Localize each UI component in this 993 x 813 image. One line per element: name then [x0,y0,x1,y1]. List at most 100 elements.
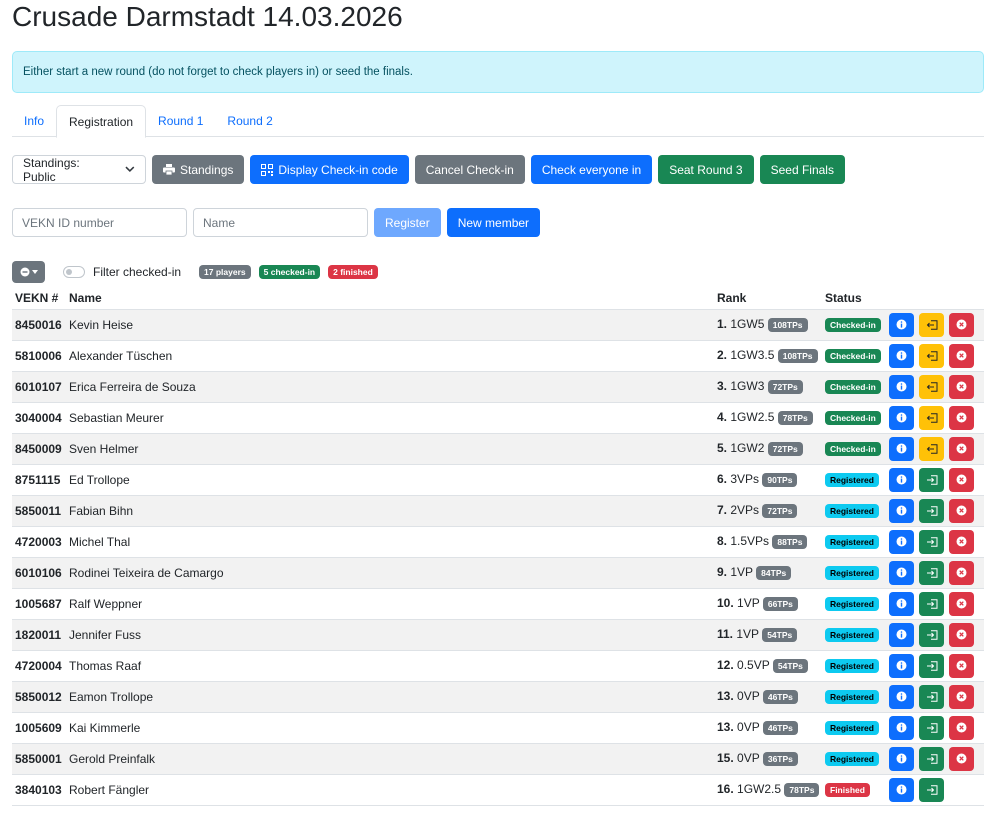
name-cell: Ralf Weppner [66,588,714,620]
checkin-button[interactable] [919,498,944,523]
new-member-button[interactable]: New member [446,208,541,237]
drop-button[interactable] [949,436,974,461]
drop-button[interactable] [949,343,974,368]
status-cell: Registered [822,681,886,713]
drop-button[interactable] [949,653,974,678]
display-checkin-code-button[interactable]: Display Check-in code [250,155,409,184]
checkin-button[interactable] [919,529,944,554]
drop-button[interactable] [949,591,974,616]
score: 2VPs [730,503,760,517]
info-button[interactable] [889,591,914,616]
drop-button[interactable] [949,746,974,771]
standings-button[interactable]: Standings [152,155,245,184]
name-cell: Thomas Raaf [66,650,714,682]
drop-button[interactable] [949,529,974,554]
rank-cell: 5. 1GW2 72TPs [714,433,822,465]
alert-text: Either start a new round (do not forget … [23,66,413,78]
filter-checkedin-toggle[interactable] [63,266,85,278]
info-button[interactable] [889,405,914,430]
tab-info[interactable]: Info [12,105,56,137]
info-icon [896,350,907,361]
checkin-button[interactable] [919,591,944,616]
drop-button[interactable] [949,312,974,337]
x-circle-icon [956,753,967,764]
x-circle-icon [956,722,967,733]
info-button[interactable] [889,312,914,337]
checkout-button[interactable] [919,312,944,337]
vekn-id-input[interactable]: VEKN ID number [12,208,187,237]
info-button[interactable] [889,498,914,523]
rank-cell: 8. 1.5VPs 88TPs [714,526,822,558]
checkin-button[interactable] [919,684,944,709]
info-button[interactable] [889,777,914,802]
standings-visibility-select[interactable]: Standings: Public [12,155,146,184]
rank-number: 16. [717,782,734,796]
info-button[interactable] [889,653,914,678]
tab-round-2[interactable]: Round 2 [215,105,284,137]
checkin-button[interactable] [919,653,944,678]
tab-registration[interactable]: Registration [56,105,147,138]
checkout-button[interactable] [919,374,944,399]
checkout-button[interactable] [919,405,944,430]
info-button[interactable] [889,560,914,585]
table-row: 1005687 Ralf Weppner 10. 1VP 66TPs Register… [12,588,984,620]
info-button[interactable] [889,436,914,461]
seed-finals-button[interactable]: Seed Finals [759,155,845,184]
info-button[interactable] [889,529,914,554]
checkout-button[interactable] [919,343,944,368]
name-input[interactable]: Name [193,208,368,237]
checkin-button[interactable] [919,560,944,585]
info-icon [896,660,907,671]
seat-round-button[interactable]: Seat Round 3 [658,155,754,184]
drop-button[interactable] [949,374,974,399]
info-button[interactable] [889,622,914,647]
info-button[interactable] [889,715,914,740]
actions-cell [886,774,984,806]
drop-button[interactable] [949,715,974,740]
checkin-icon [926,474,937,485]
tab-round-1[interactable]: Round 1 [146,105,215,137]
info-button[interactable] [889,746,914,771]
drop-button[interactable] [949,560,974,585]
checkin-button[interactable] [919,777,944,802]
score: 3VPs [730,472,760,486]
info-icon [896,412,907,423]
x-circle-icon [956,381,967,392]
cancel-checkin-button[interactable]: Cancel Check-in [414,155,525,184]
bulk-actions-dropdown[interactable] [12,261,45,283]
drop-button[interactable] [949,622,974,647]
info-button[interactable] [889,684,914,709]
status-badge: Registered [825,752,879,766]
info-button[interactable] [889,374,914,399]
info-icon [896,567,907,578]
status-badge: Registered [825,535,879,549]
checkin-button[interactable] [919,622,944,647]
vekn-cell: 3840103 [12,774,66,806]
x-circle-icon [956,660,967,671]
drop-button[interactable] [949,467,974,492]
actions-cell [886,495,984,527]
rank-cell: 7. 2VPs 72TPs [714,495,822,527]
checkin-button[interactable] [919,715,944,740]
score: 0VP [737,720,760,734]
register-button[interactable]: Register [374,208,441,237]
info-button[interactable] [889,343,914,368]
status-badge: Checked-in [825,411,881,425]
col-name: Name [66,287,714,310]
rank-number: 7. [717,503,728,517]
tps-badge: 78TPs [784,783,820,797]
checkin-button[interactable] [919,746,944,771]
drop-button[interactable] [949,405,974,430]
chevron-down-icon [125,166,135,173]
info-icon [896,598,907,609]
drop-button[interactable] [949,498,974,523]
checkin-button[interactable] [919,467,944,492]
status-badge: Checked-in [825,442,881,456]
checkout-button[interactable] [919,436,944,461]
page-title: Crusade Darmstadt 14.03.2026 [12,1,403,32]
printer-icon [163,164,175,175]
check-everyone-in-button[interactable]: Check everyone in [530,155,653,184]
drop-button[interactable] [949,684,974,709]
info-button[interactable] [889,467,914,492]
info-icon [896,784,907,795]
